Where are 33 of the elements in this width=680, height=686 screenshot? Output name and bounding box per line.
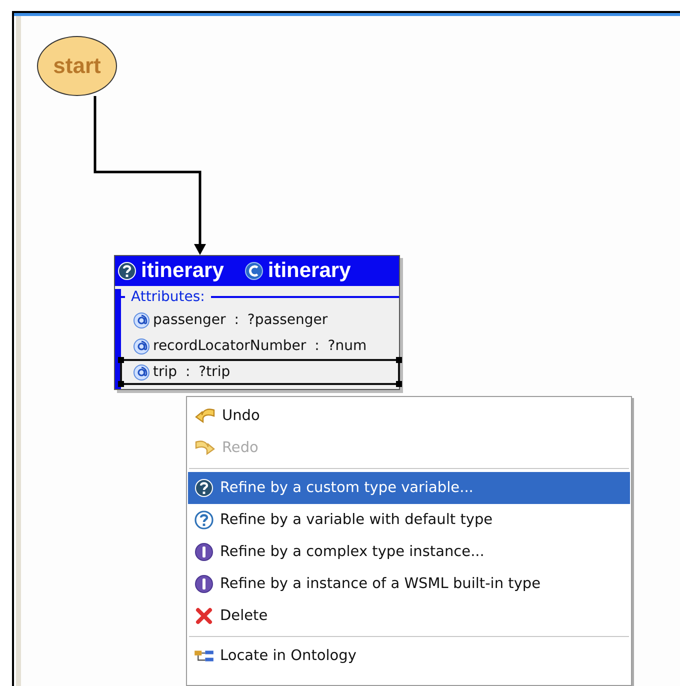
- menu-item[interactable]: Undo: [188, 400, 630, 432]
- attribute-icon: [133, 364, 150, 380]
- variable-icon: [117, 261, 137, 281]
- tree-icon: [194, 650, 214, 662]
- menu-item[interactable]: Delete: [188, 600, 630, 632]
- concept-name: itinerary: [268, 259, 351, 283]
- attribute-row[interactable]: recordLocatorNumber : ?num: [121, 334, 399, 358]
- selection-handle[interactable]: [118, 357, 124, 363]
- attribute-row[interactable]: passenger : ?passenger: [121, 308, 399, 332]
- selection-handle[interactable]: [396, 357, 402, 363]
- undo-arrow-icon: [194, 406, 216, 426]
- attribute-text: recordLocatorNumber : ?num: [153, 338, 367, 354]
- attribute-icon: [133, 338, 150, 354]
- attribute-icon: [133, 312, 150, 328]
- attribute-text: passenger : ?passenger: [153, 312, 328, 328]
- menu-item[interactable]: Refine by a instance of a WSML built-in type: [188, 568, 630, 600]
- variable-name: itinerary: [141, 259, 224, 283]
- section-title: Attributes:: [131, 289, 205, 305]
- menu-item[interactable]: Refine by a custom type variable...: [188, 472, 630, 504]
- redo-arrow-icon: [194, 438, 216, 458]
- instance-icon: [194, 542, 214, 562]
- attribute-row[interactable]: trip : ?trip: [121, 360, 399, 384]
- menu-item[interactable]: Refine by a variable with default type: [188, 504, 630, 536]
- menu-item[interactable]: Locate in Ontology: [188, 640, 630, 672]
- delete-icon: [194, 606, 214, 626]
- concept-icon: [244, 261, 264, 281]
- help-icon: [194, 478, 214, 498]
- selection-handle[interactable]: [396, 381, 402, 387]
- attribute-text: trip : ?trip: [153, 364, 230, 380]
- menu-item[interactable]: Refine by a complex type instance...: [188, 536, 630, 568]
- instance-icon: [194, 574, 214, 594]
- help-icon: [194, 510, 214, 530]
- selection-handle[interactable]: [118, 381, 124, 387]
